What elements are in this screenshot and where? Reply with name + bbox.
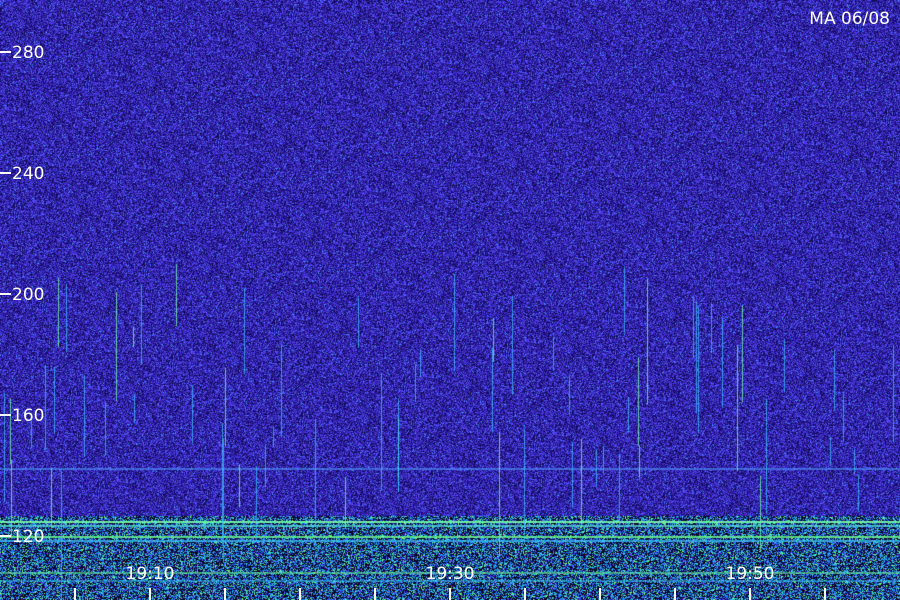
y-tick-label: 120	[12, 527, 44, 547]
x-tick-label: 19:30	[426, 564, 475, 584]
axes-overlay: 120 160 200 240 280 19:10 19:30 19:50 MA 06/08	[0, 9, 890, 600]
y-tick-label: 280	[12, 43, 44, 63]
x-tick-label: 19:10	[126, 564, 175, 584]
y-tick-label: 240	[12, 164, 44, 184]
x-axis: 19:10 19:30 19:50	[74, 564, 826, 600]
y-tick-label: 200	[12, 285, 44, 305]
y-tick-label: 160	[12, 406, 44, 426]
y-axis: 120 160 200 240 280	[0, 43, 44, 547]
station-date-label: MA 06/08	[809, 9, 890, 29]
spectrogram-chart: 120 160 200 240 280 19:10 19:30 19:50 MA 06/08	[0, 0, 900, 600]
x-tick-label: 19:50	[726, 564, 775, 584]
